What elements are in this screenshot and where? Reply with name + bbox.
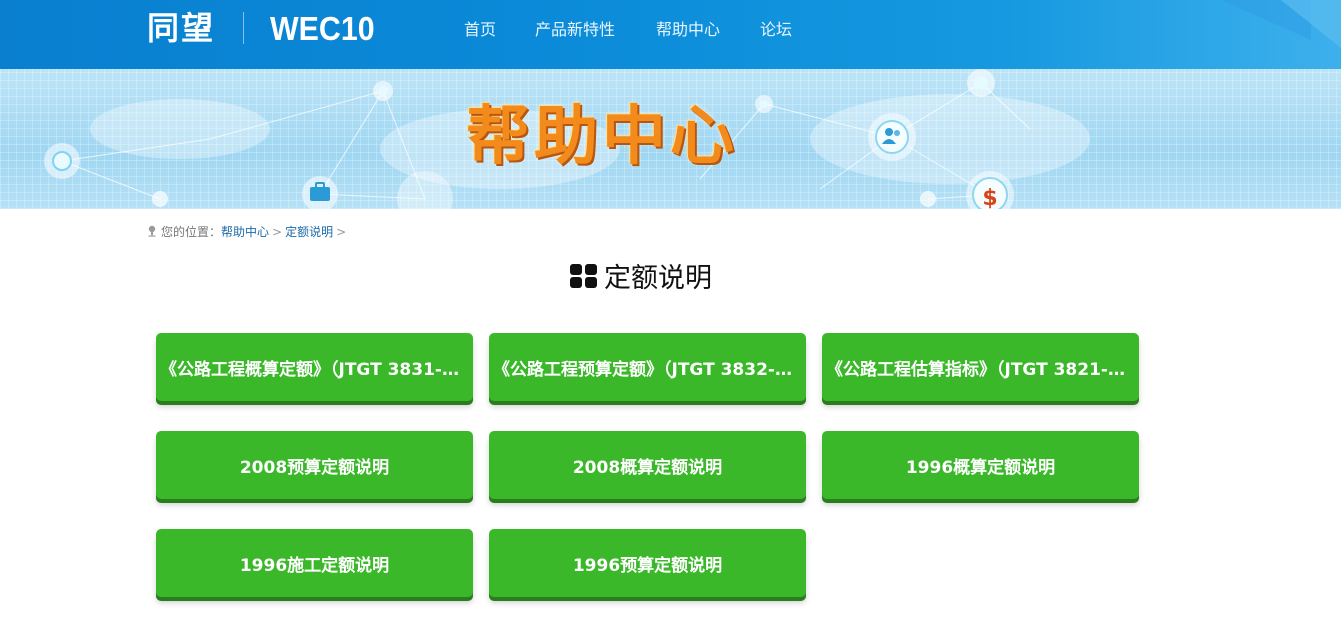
breadcrumb-help-center[interactable]: 帮助中心 bbox=[221, 225, 269, 239]
help-center-banner: $ 帮助中心 bbox=[0, 69, 1341, 209]
button-label: 1996预算定额说明 bbox=[572, 555, 723, 576]
button-label: 1996概算定额说明 bbox=[905, 457, 1056, 478]
location-pin-icon bbox=[148, 225, 156, 237]
briefcase-icon bbox=[302, 176, 338, 209]
quota-button-highway-index-2018[interactable]: 《公路工程估算指标》（JTGT 3821-2018） bbox=[822, 333, 1139, 401]
quota-button-1996-construction[interactable]: 1996施工定额说明 bbox=[156, 529, 473, 597]
button-label: 1996施工定额说明 bbox=[239, 555, 390, 576]
user-icon bbox=[868, 113, 916, 161]
button-label: 2008预算定额说明 bbox=[239, 457, 390, 478]
quota-button-highway-budget-2018[interactable]: 《公路工程预算定额》（JTGT 3832-2018） bbox=[489, 333, 806, 401]
nav-help-center[interactable]: 帮助中心 bbox=[656, 16, 720, 40]
brand-logo-cn[interactable]: 同望 bbox=[147, 8, 215, 48]
button-label: 《公路工程估算指标》（JTGT 3821-2018） bbox=[826, 359, 1135, 380]
logo-divider bbox=[243, 12, 244, 44]
breadcrumb-separator: > bbox=[336, 225, 347, 239]
top-header: 同望 WEC10 首页 产品新特性 帮助中心 论坛 bbox=[0, 0, 1341, 69]
page-title: 定额说明 bbox=[569, 256, 712, 294]
quota-button-1996-budget[interactable]: 1996预算定额说明 bbox=[489, 529, 806, 597]
nav-new-features[interactable]: 产品新特性 bbox=[535, 16, 615, 40]
nav-forum[interactable]: 论坛 bbox=[760, 16, 792, 40]
nav-home[interactable]: 首页 bbox=[464, 16, 496, 40]
page-title-text: 定额说明 bbox=[604, 263, 712, 294]
breadcrumb: 您的位置：帮助中心 > 定额说明 > bbox=[147, 223, 349, 240]
breadcrumb-quota-description[interactable]: 定额说明 bbox=[285, 225, 333, 239]
svg-text:$: $ bbox=[982, 186, 997, 209]
button-label: 《公路工程预算定额》（JTGT 3832-2018） bbox=[493, 359, 802, 380]
button-label: 《公路工程概算定额》（JTGT 3831-2018） bbox=[160, 359, 469, 380]
quota-button-highway-estimate-2018[interactable]: 《公路工程概算定额》（JTGT 3831-2018） bbox=[156, 333, 473, 401]
quota-button-1996-estimate[interactable]: 1996概算定额说明 bbox=[822, 431, 1139, 499]
breadcrumb-prefix: 您的位置： bbox=[161, 225, 222, 239]
button-label: 2008概算定额说明 bbox=[572, 457, 723, 478]
quota-button-2008-budget[interactable]: 2008预算定额说明 bbox=[156, 431, 473, 499]
brand-logo-en[interactable]: WEC10 bbox=[270, 9, 375, 49]
quota-button-2008-estimate[interactable]: 2008概算定额说明 bbox=[489, 431, 806, 499]
banner-title: 帮助中心 bbox=[466, 100, 738, 174]
breadcrumb-separator: > bbox=[272, 225, 283, 239]
grid-icon bbox=[570, 264, 597, 288]
